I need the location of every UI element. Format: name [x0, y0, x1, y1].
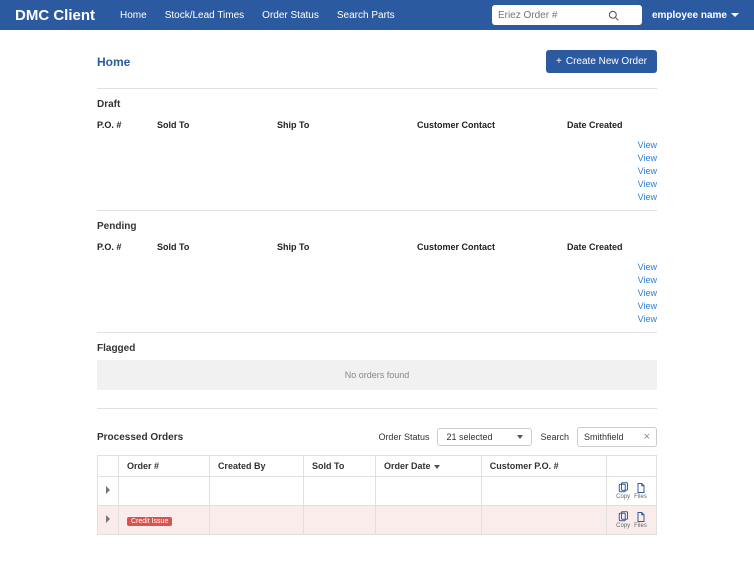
col-actions — [607, 456, 657, 477]
pending-rows: View View View View View — [97, 262, 657, 324]
order-search-input[interactable] — [498, 10, 608, 21]
processed-search-input[interactable]: Smithfield × — [577, 427, 657, 447]
col-contact: Customer Contact — [417, 120, 567, 130]
copy-label: Copy — [616, 523, 630, 529]
create-order-label: Create New Order — [566, 56, 647, 67]
chevron-right-icon — [106, 486, 110, 494]
draft-rows: View View View View View — [97, 140, 657, 202]
col-created-by[interactable]: Created By — [209, 456, 303, 477]
table-row: Copy Files — [98, 477, 657, 506]
col-contact: Customer Contact — [417, 242, 567, 252]
pending-columns: P.O. # Sold To Ship To Customer Contact … — [97, 238, 657, 256]
view-link[interactable]: View — [638, 140, 657, 150]
copy-button[interactable]: Copy — [616, 482, 630, 500]
col-ship-to: Ship To — [277, 120, 417, 130]
nav-search-parts[interactable]: Search Parts — [337, 10, 395, 21]
draft-columns: P.O. # Sold To Ship To Customer Contact … — [97, 116, 657, 134]
col-po: P.O. # — [97, 120, 157, 130]
col-order[interactable]: Order # — [119, 456, 210, 477]
col-created: Date Created — [567, 242, 637, 252]
files-label: Files — [634, 523, 647, 529]
view-link[interactable]: View — [638, 288, 657, 298]
plus-icon: + — [556, 56, 562, 67]
col-ship-to: Ship To — [277, 242, 417, 252]
col-order-date[interactable]: Order Date — [375, 456, 481, 477]
col-po: P.O. # — [97, 242, 157, 252]
status-select[interactable]: 21 selected — [437, 428, 532, 446]
files-button[interactable]: Files — [634, 482, 647, 500]
brand: DMC Client — [15, 7, 95, 24]
table-row: Credit Issue Copy Files — [98, 506, 657, 535]
order-search[interactable] — [492, 5, 642, 25]
chevron-right-icon — [106, 515, 110, 523]
row-expander[interactable] — [98, 506, 119, 535]
page-title: Home — [97, 55, 130, 69]
col-sold-to: Sold To — [157, 120, 277, 130]
processed-filters: Order Status 21 selected Search Smithfie… — [378, 427, 657, 447]
col-customer-po[interactable]: Customer P.O. # — [481, 456, 606, 477]
copy-button[interactable]: Copy — [616, 511, 630, 529]
flagged-empty: No orders found — [97, 360, 657, 390]
copy-label: Copy — [616, 494, 630, 500]
employee-menu[interactable]: employee name — [652, 10, 739, 21]
view-link[interactable]: View — [638, 262, 657, 272]
col-sold-to[interactable]: Sold To — [304, 456, 376, 477]
section-pending-title: Pending — [97, 221, 657, 232]
processed-table: Order # Created By Sold To Order Date Cu… — [97, 455, 657, 535]
order-date-label: Order Date — [384, 461, 431, 471]
col-expander — [98, 456, 119, 477]
search-label: Search — [540, 432, 569, 442]
clear-search-icon[interactable]: × — [644, 431, 650, 443]
view-link[interactable]: View — [638, 314, 657, 324]
col-created: Date Created — [567, 120, 637, 130]
create-order-button[interactable]: + Create New Order — [546, 50, 657, 73]
credit-issue-badge: Credit Issue — [127, 517, 172, 526]
employee-name: employee name — [652, 10, 727, 21]
section-flagged-title: Flagged — [97, 343, 657, 354]
sort-desc-icon — [434, 465, 440, 469]
view-link[interactable]: View — [638, 153, 657, 163]
nav-stock[interactable]: Stock/Lead Times — [165, 10, 244, 21]
row-expander[interactable] — [98, 477, 119, 506]
view-link[interactable]: View — [638, 192, 657, 202]
section-processed-title: Processed Orders — [97, 432, 183, 443]
view-link[interactable]: View — [638, 166, 657, 176]
col-sold-to: Sold To — [157, 242, 277, 252]
nav-home[interactable]: Home — [120, 10, 147, 21]
view-link[interactable]: View — [638, 301, 657, 311]
search-icon[interactable] — [608, 10, 619, 21]
view-link[interactable]: View — [638, 179, 657, 189]
topnav: Home Stock/Lead Times Order Status Searc… — [120, 10, 395, 21]
topbar: DMC Client Home Stock/Lead Times Order S… — [0, 0, 754, 30]
files-label: Files — [634, 494, 647, 500]
search-value: Smithfield — [584, 432, 624, 442]
section-draft-title: Draft — [97, 99, 657, 110]
view-link[interactable]: View — [638, 275, 657, 285]
status-value: 21 selected — [446, 432, 492, 442]
status-label: Order Status — [378, 432, 429, 442]
chevron-down-icon — [517, 435, 523, 439]
files-button[interactable]: Files — [634, 511, 647, 529]
nav-order-status[interactable]: Order Status — [262, 10, 319, 21]
chevron-down-icon — [731, 13, 739, 17]
